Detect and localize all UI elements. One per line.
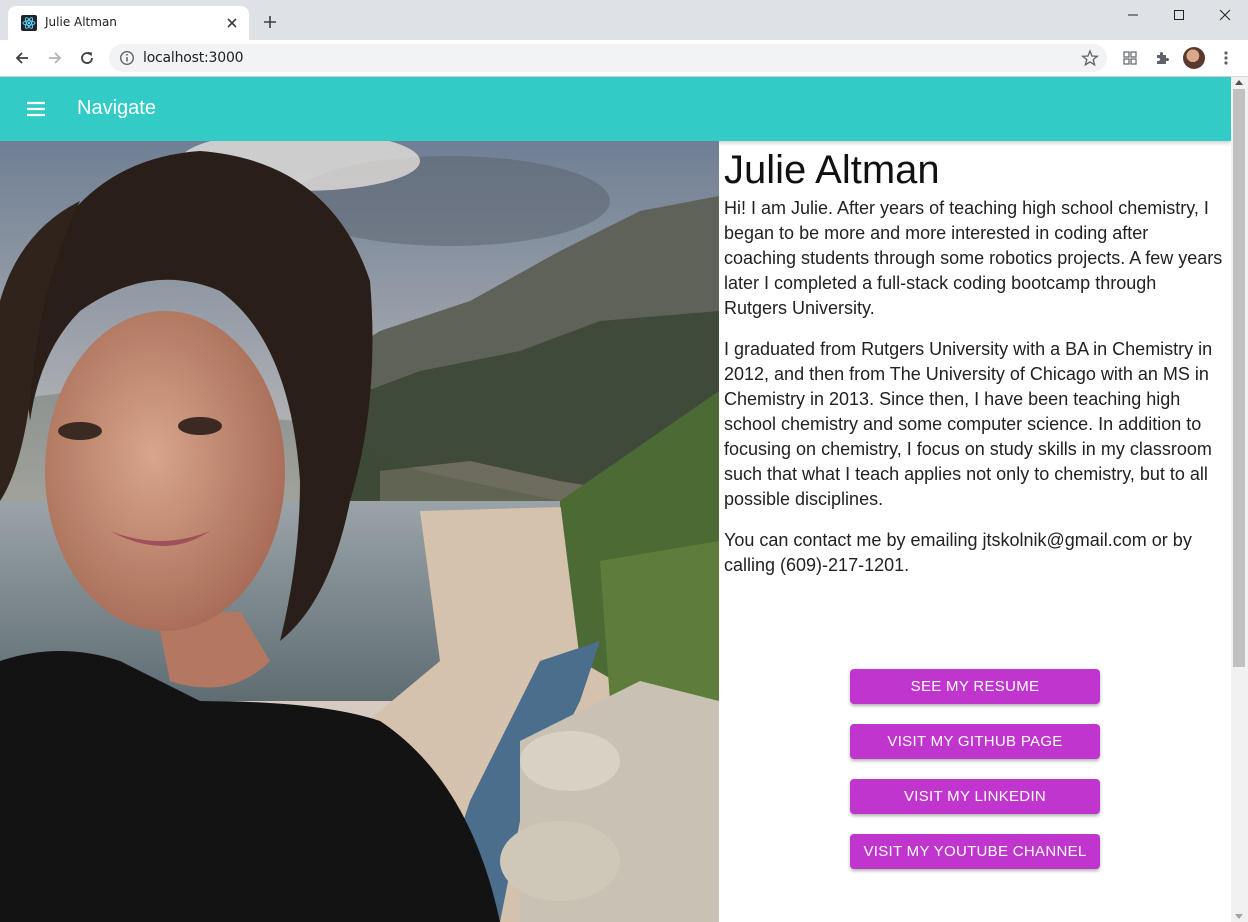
new-tab-icon[interactable] bbox=[262, 14, 278, 30]
scroll-down-arrow-icon[interactable] bbox=[1235, 914, 1243, 919]
window-close-button[interactable] bbox=[1202, 0, 1248, 30]
scroll-up-arrow-icon[interactable] bbox=[1235, 80, 1243, 85]
reload-button[interactable] bbox=[77, 48, 97, 68]
back-button[interactable] bbox=[12, 48, 32, 68]
react-icon bbox=[21, 15, 37, 31]
scrollbar-thumb[interactable] bbox=[1233, 89, 1245, 667]
arrow-left-icon bbox=[15, 52, 28, 64]
puzzle-icon bbox=[1157, 52, 1169, 64]
info-icon[interactable] bbox=[119, 50, 135, 66]
more-vert-icon bbox=[1224, 51, 1228, 65]
browser-tab[interactable]: Julie Altman bbox=[8, 6, 249, 40]
page-scrollbar[interactable] bbox=[1231, 77, 1248, 922]
browser-menu-button[interactable] bbox=[1216, 48, 1236, 68]
minimize-button[interactable] bbox=[1110, 0, 1156, 30]
browser-tabstrip: Julie Altman bbox=[0, 0, 1248, 40]
extensions-button[interactable] bbox=[1152, 48, 1172, 68]
linkedin-button[interactable]: VISIT MY LINKEDIN bbox=[850, 779, 1100, 814]
browser-toolbar: localhost:3000 bbox=[0, 40, 1248, 77]
profile-photo-image bbox=[0, 141, 719, 922]
about-section: Julie Altman Hi! I am Julie. After years… bbox=[724, 141, 1224, 594]
grid-icon bbox=[1123, 51, 1137, 65]
education-paragraph: I graduated from Rutgers University with… bbox=[724, 339, 1213, 509]
github-button[interactable]: VISIT MY GITHUB PAGE bbox=[850, 724, 1100, 759]
profile-name: Julie Altman bbox=[724, 148, 940, 192]
close-icon bbox=[1219, 9, 1231, 21]
minimize-icon bbox=[1128, 14, 1138, 16]
forward-button[interactable] bbox=[45, 48, 65, 68]
bio-paragraph: Hi! I am Julie. After years of teaching … bbox=[724, 198, 1223, 318]
tab-title: Julie Altman bbox=[45, 15, 117, 29]
url-text: localhost:3000 bbox=[143, 50, 244, 66]
app-bar: Navigate bbox=[0, 77, 1231, 141]
contact-paragraph: You can contact me by emailing jtskolnik… bbox=[724, 530, 1192, 575]
menu-icon[interactable] bbox=[24, 97, 48, 121]
profile-avatar[interactable] bbox=[1183, 47, 1205, 69]
address-bar[interactable]: localhost:3000 bbox=[109, 44, 1107, 72]
tab-search-button[interactable] bbox=[1120, 48, 1140, 68]
profile-photo bbox=[0, 141, 719, 922]
app-bar-title: Navigate bbox=[77, 97, 156, 119]
maximize-icon bbox=[1174, 10, 1184, 20]
arrow-right-icon bbox=[49, 52, 62, 64]
star-icon[interactable] bbox=[1081, 49, 1099, 67]
resume-button[interactable]: SEE MY RESUME bbox=[850, 669, 1100, 704]
reload-icon bbox=[81, 52, 93, 64]
close-icon[interactable] bbox=[225, 16, 239, 30]
youtube-button[interactable]: VISIT MY YOUTUBE CHANNEL bbox=[850, 834, 1100, 869]
maximize-button[interactable] bbox=[1156, 0, 1202, 30]
